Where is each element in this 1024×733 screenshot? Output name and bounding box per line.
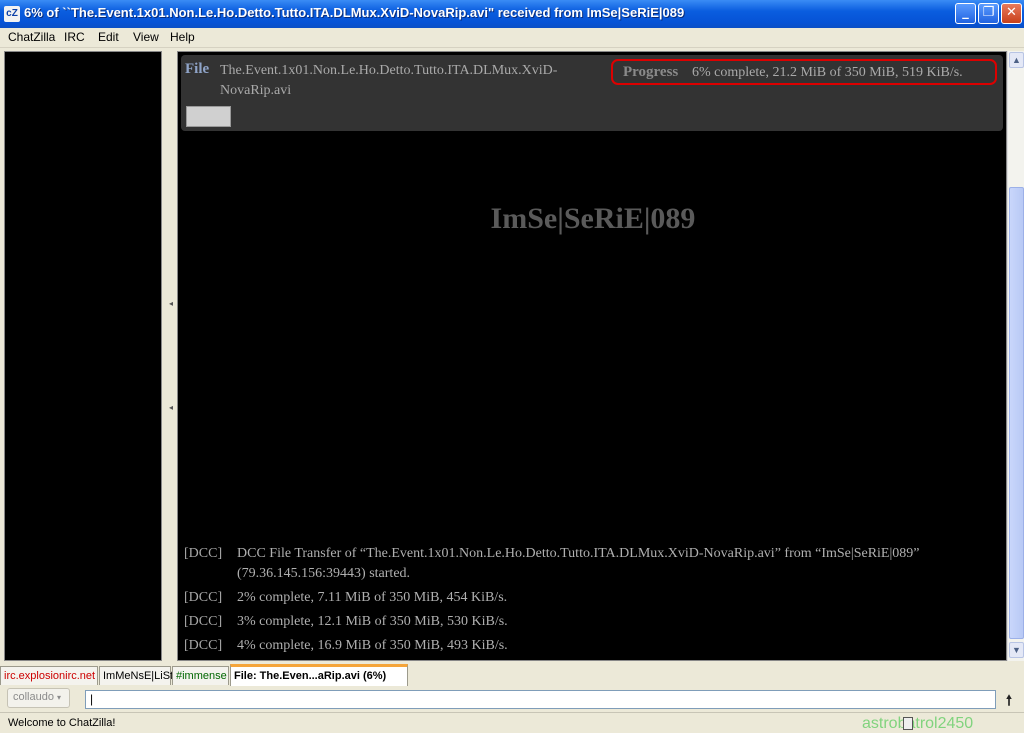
menu-irc[interactable]: IRC xyxy=(64,30,85,44)
tab-channel-immense[interactable]: #immense xyxy=(172,666,229,685)
progress-text: 6% complete, 21.2 MiB of 350 MiB, 519 Ki… xyxy=(692,65,963,80)
corner-overlay-text: astrobatrol2450 xyxy=(862,715,974,732)
log-message: DCC File Transfer of “The.Event.1x01.Non… xyxy=(237,546,920,581)
tab-file-transfer[interactable]: File: The.Even...aRip.avi (6%) xyxy=(230,664,408,686)
chat-input[interactable]: | xyxy=(85,690,996,709)
send-arrow-icon[interactable]: 🠕 xyxy=(1006,690,1012,714)
progress-label: Progress xyxy=(623,64,679,80)
minimize-button[interactable]: _ xyxy=(955,3,976,24)
log-tag: [DCC] xyxy=(184,638,223,653)
nickname-button[interactable]: collaudo ▾ xyxy=(7,688,70,708)
log-message: 4% complete, 16.9 MiB of 350 MiB, 493 Ki… xyxy=(237,638,508,653)
close-button[interactable]: ✕ xyxy=(1001,3,1022,24)
chatzilla-app-icon: cZ xyxy=(4,6,20,22)
lock-icon xyxy=(903,717,913,730)
sender-watermark: ImSe|SeRiE|089 xyxy=(490,202,696,235)
window-title: 6% of ``The.Event.1x01.Non.Le.Ho.Detto.T… xyxy=(24,5,685,20)
user-list-panel[interactable] xyxy=(4,51,162,661)
tab-server[interactable]: irc.explosionirc.net xyxy=(0,666,98,685)
status-bar: Welcome to ChatZilla! astrobatrol2450 xyxy=(0,712,1024,733)
progress-highlight: Progress 6% complete, 21.2 MiB of 350 Mi… xyxy=(611,59,997,85)
tab-immense-list[interactable]: ImMeNsE|LiSt xyxy=(99,666,173,685)
chevron-down-icon: ▾ xyxy=(57,693,62,702)
splitter-right-arrow-icon[interactable]: ◂ xyxy=(169,403,173,412)
panel-splitter[interactable]: ◂ ◂ xyxy=(166,51,176,661)
vertical-scrollbar[interactable]: ▲ ▼ xyxy=(1007,51,1024,661)
log-message: 2% complete, 7.11 MiB of 350 MiB, 454 Ki… xyxy=(237,590,508,605)
scrollbar-thumb[interactable] xyxy=(1009,187,1024,639)
file-name: The.Event.1x01.Non.Le.Ho.Detto.Tutto.ITA… xyxy=(220,63,558,98)
log-tag: [DCC] xyxy=(184,614,223,629)
log-row: [DCC] 3% complete, 12.1 MiB of 350 MiB, … xyxy=(184,612,984,632)
file-label: File xyxy=(185,61,210,77)
menu-bar: ChatZilla IRC Edit View Help xyxy=(0,28,1024,48)
menu-edit[interactable]: Edit xyxy=(98,30,119,44)
message-log: [DCC] DCC File Transfer of “The.Event.1x… xyxy=(184,544,984,660)
input-row: collaudo ▾ | 🠕 xyxy=(0,686,1024,712)
cancel-transfer-button[interactable] xyxy=(186,106,231,127)
log-message: 3% complete, 12.1 MiB of 350 MiB, 530 Ki… xyxy=(237,614,508,629)
transfer-view: File The.Event.1x01.Non.Le.Ho.Detto.Tutt… xyxy=(177,51,1007,661)
splitter-left-arrow-icon[interactable]: ◂ xyxy=(169,299,173,308)
log-row: [DCC] 2% complete, 7.11 MiB of 350 MiB, … xyxy=(184,588,984,608)
log-row: [DCC] DCC File Transfer of “The.Event.1x… xyxy=(184,544,984,584)
scroll-up-arrow-icon[interactable]: ▲ xyxy=(1009,52,1024,68)
window-titlebar[interactable]: cZ 6% of ``The.Event.1x01.Non.Le.Ho.Dett… xyxy=(0,0,1024,28)
nickname-text: collaudo xyxy=(13,691,54,703)
transfer-info-box: File The.Event.1x01.Non.Le.Ho.Detto.Tutt… xyxy=(181,55,1003,131)
scroll-down-arrow-icon[interactable]: ▼ xyxy=(1009,642,1024,658)
menu-chatzilla[interactable]: ChatZilla xyxy=(8,30,55,44)
log-tag: [DCC] xyxy=(184,590,223,605)
maximize-button[interactable]: ❐ xyxy=(978,3,999,24)
status-text: Welcome to ChatZilla! xyxy=(8,717,116,729)
log-tag: [DCC] xyxy=(184,546,223,561)
view-tabs: irc.explosionirc.net ImMeNsE|LiSt #immen… xyxy=(0,664,1024,686)
menu-help[interactable]: Help xyxy=(170,30,195,44)
log-row: [DCC] 4% complete, 16.9 MiB of 350 MiB, … xyxy=(184,636,984,656)
menu-view[interactable]: View xyxy=(133,30,159,44)
